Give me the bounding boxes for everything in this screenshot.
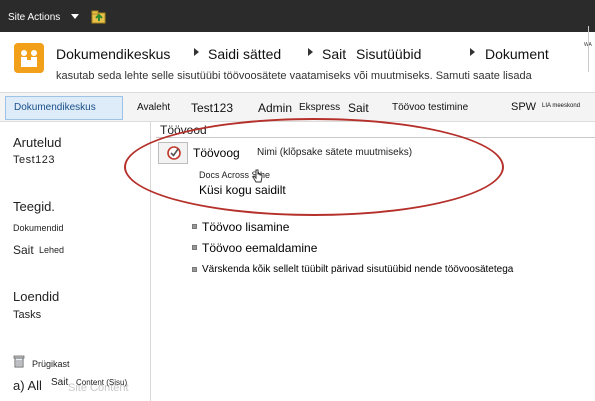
bullet-icon	[192, 224, 197, 229]
sidebar-item-all-prefix[interactable]: a) All	[13, 378, 42, 393]
sidebar-item-sait[interactable]: Sait	[13, 243, 34, 257]
sidebar-heading-teegid[interactable]: Teegid.	[13, 199, 55, 214]
action-label[interactable]: Värskenda kõik sellelt tüübilt pärivad s…	[202, 264, 513, 275]
highlight-annotation	[124, 118, 504, 216]
breadcrumb-sisutuubid[interactable]: Sisutüübid	[356, 46, 421, 62]
tab-lia-meeskond[interactable]: LIA meeskond	[542, 103, 580, 109]
breadcrumb-sait[interactable]: Sait	[322, 46, 346, 62]
navigate-up-icon[interactable]	[91, 10, 107, 24]
breadcrumb-separator-icon	[308, 48, 313, 56]
sidebar-heading-arutelud[interactable]: Arutelud	[13, 135, 61, 150]
action-label[interactable]: Töövoo lisamine	[202, 220, 289, 234]
sidebar-item-site-content-sisu[interactable]: Content (Sisu)	[76, 378, 127, 387]
top-bar: Site Actions	[0, 0, 595, 32]
sidebar-item-lehed[interactable]: Lehed	[39, 245, 64, 255]
breadcrumb-dokumendikeskus[interactable]: Dokumendikeskus	[56, 46, 170, 62]
sidebar-item-site-content[interactable]: Sait	[51, 377, 68, 388]
bullet-icon	[192, 267, 197, 272]
tab-test123[interactable]: Test123	[191, 101, 233, 115]
breadcrumb-dokument: Dokument	[485, 46, 549, 62]
action-label[interactable]: Töövoo eemaldamine	[202, 241, 317, 255]
bullet-icon	[192, 245, 197, 250]
header-scroll-edge	[588, 26, 593, 72]
tab-ekspress[interactable]: Ekspress	[299, 102, 340, 113]
breadcrumb-separator-icon	[194, 48, 199, 56]
breadcrumb-saidi-satted[interactable]: Saidi sätted	[208, 46, 281, 62]
sidebar-item-test123[interactable]: Test123	[13, 154, 55, 166]
sidebar-item-tasks[interactable]: Tasks	[13, 309, 41, 321]
page-header: Dokumendikeskus Saidi sätted Sait Sisutü…	[0, 32, 595, 92]
site-actions-menu[interactable]: Site Actions	[8, 12, 60, 23]
tab-spw[interactable]: SPW	[511, 101, 536, 113]
breadcrumb-separator-icon	[470, 48, 475, 56]
tab-admin[interactable]: Admin	[258, 101, 292, 115]
chevron-down-icon[interactable]	[71, 14, 79, 19]
site-logo-icon[interactable]	[14, 43, 44, 73]
sidebar-heading-loendid[interactable]: Loendid	[13, 289, 59, 304]
tab-sait[interactable]: Sait	[348, 101, 369, 115]
sidebar-item-recycle-bin[interactable]: Prügikast	[32, 359, 70, 369]
sidebar-item-dokumendid[interactable]: Dokumendid	[13, 223, 64, 233]
tab-toovoo-testimine[interactable]: Töövoo testimine	[392, 102, 468, 113]
tab-avaleht[interactable]: Avaleht	[137, 102, 170, 113]
recycle-bin-icon[interactable]	[13, 355, 25, 368]
page-description: kasutab seda lehte selle sisutüübi töövo…	[56, 70, 532, 82]
tab-dokumendikeskus[interactable]: Dokumendikeskus	[5, 96, 123, 120]
